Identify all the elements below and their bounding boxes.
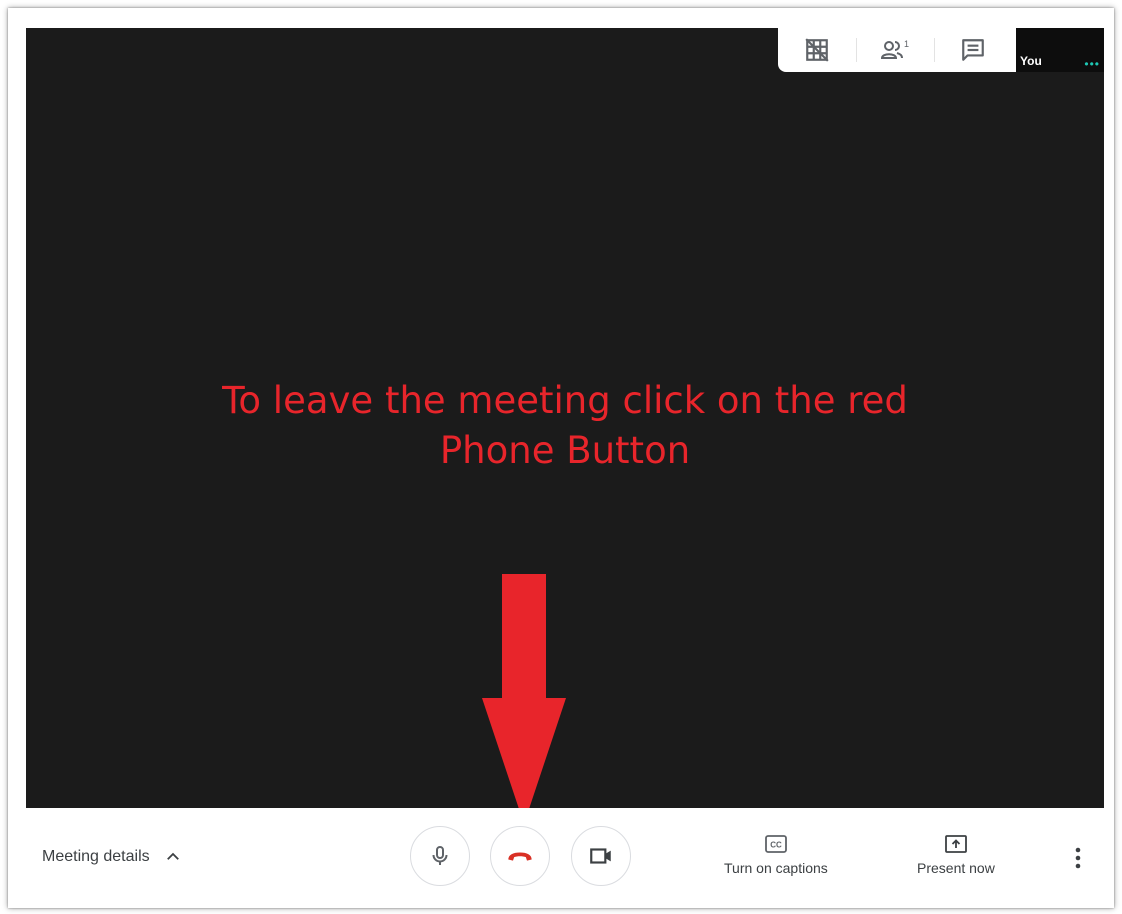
- microphone-button[interactable]: [410, 826, 470, 886]
- grid-layout-icon: [805, 38, 829, 62]
- audio-indicator-icon: •••: [1084, 57, 1100, 71]
- participant-count: 1: [904, 39, 909, 49]
- camera-button[interactable]: [571, 826, 631, 886]
- leave-call-button[interactable]: [490, 826, 550, 886]
- annotation-line-1: To leave the meeting click on the red: [222, 379, 908, 422]
- top-toolbar: 1: [778, 28, 1016, 72]
- present-screen-icon: [945, 835, 967, 853]
- meeting-details-label: Meeting details: [42, 848, 150, 865]
- captions-button[interactable]: CC Turn on captions: [724, 834, 828, 876]
- more-vertical-icon: [1075, 847, 1081, 869]
- participants-button[interactable]: 1: [856, 28, 934, 72]
- camera-icon: [590, 848, 611, 864]
- meeting-details-button[interactable]: Meeting details: [42, 848, 182, 866]
- bottom-control-bar: Meeting details CC Turn on captions Pres…: [26, 808, 1104, 908]
- chat-icon: [962, 39, 984, 61]
- captions-icon-text: CC: [770, 841, 782, 850]
- microphone-icon: [432, 846, 448, 865]
- self-view-tile[interactable]: You •••: [1016, 28, 1104, 72]
- self-view-label: You: [1020, 54, 1042, 68]
- chat-button[interactable]: [934, 28, 1012, 72]
- hang-up-phone-icon: [508, 852, 532, 861]
- annotation-line-2: Phone Button: [439, 429, 691, 472]
- red-down-arrow-icon: [482, 574, 566, 824]
- people-icon: 1: [880, 39, 909, 59]
- closed-captions-icon: CC: [764, 835, 787, 853]
- instruction-annotation: To leave the meeting click on the red Ph…: [26, 376, 1104, 476]
- change-layout-button[interactable]: [778, 28, 856, 72]
- more-options-button[interactable]: [1066, 846, 1090, 870]
- captions-label: Turn on captions: [724, 860, 828, 876]
- chevron-up-icon: [164, 848, 182, 866]
- present-now-label: Present now: [917, 860, 995, 876]
- present-now-button[interactable]: Present now: [917, 834, 995, 876]
